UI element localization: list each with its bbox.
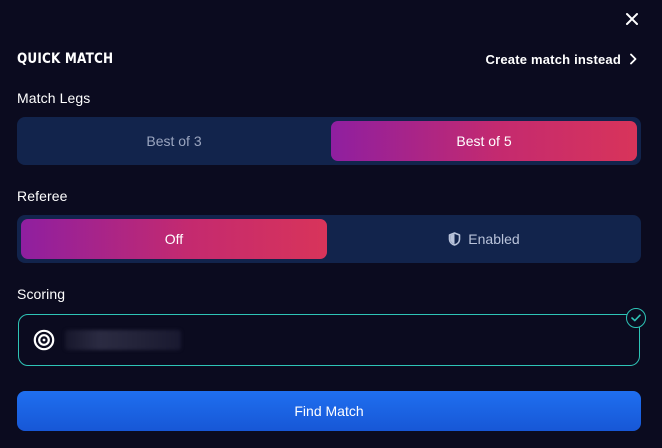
target-icon [33,329,55,351]
dialog-title: QUICK MATCH [17,51,114,67]
referee-label: Referee [17,188,68,204]
scoring-value-redacted [65,330,181,350]
close-button[interactable] [622,9,642,29]
referee-option-label: Off [164,231,184,247]
find-match-button[interactable]: Find Match [17,391,641,431]
match-legs-label: Match Legs [17,90,91,106]
shield-icon [448,232,461,246]
referee-option-off[interactable]: Off [21,219,327,259]
referee-selector: Off Enabled [17,215,641,263]
match-legs-selector: Best of 3 Best of 5 [17,117,641,165]
match-legs-option-label: Best of 5 [456,133,512,149]
scoring-valid-badge [626,308,646,328]
check-icon [631,314,641,322]
scoring-label: Scoring [17,286,66,302]
match-legs-option-best-of-5[interactable]: Best of 5 [331,121,637,161]
match-legs-option-label: Best of 3 [146,133,202,149]
close-icon [626,13,638,25]
create-match-link-label: Create match instead [485,51,621,67]
referee-option-label: Enabled [468,231,520,247]
find-match-label: Find Match [294,403,364,419]
referee-option-enabled[interactable]: Enabled [331,219,637,259]
match-legs-option-best-of-3[interactable]: Best of 3 [21,121,327,161]
scoring-select[interactable] [18,314,640,366]
create-match-link[interactable]: Create match instead [486,52,638,67]
dialog-header: QUICK MATCH Create match instead [17,48,637,70]
chevron-right-icon [630,53,637,65]
